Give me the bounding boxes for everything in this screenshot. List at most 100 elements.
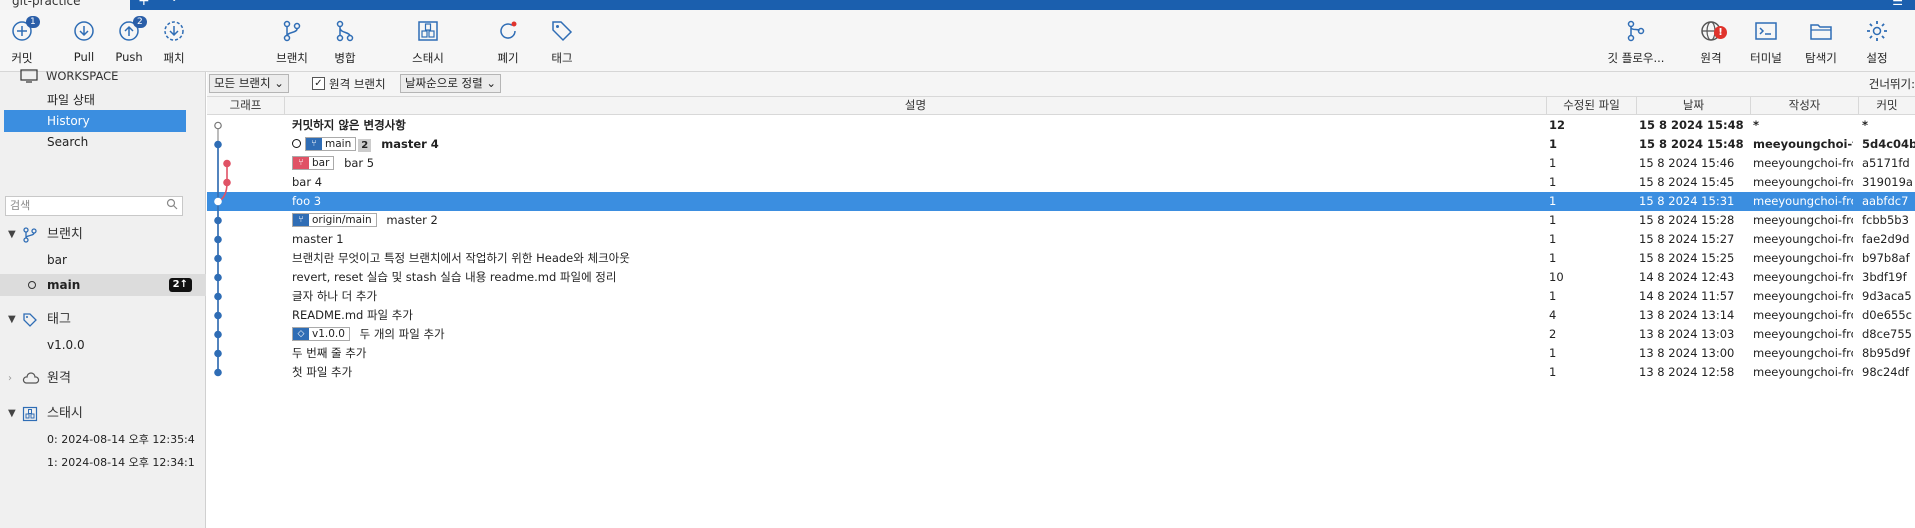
tab-menu-chevron-icon[interactable]: ⌄ [170,0,178,4]
toolbar-button-label: 병합 [334,51,356,65]
commit-row[interactable]: ⑂ bar bar 5 1 15 8 2024 15:46 meeyoungchoi-f… [207,154,1915,173]
commit-files: 4 [1549,308,1557,322]
commit-message: README.md 파일 추가 [292,308,413,322]
alert-icon: ! [1714,26,1727,39]
ref-label-local-bar[interactable]: ⑂ bar [292,156,335,170]
new-tab-button[interactable]: + [138,0,150,8]
commit-row[interactable]: 글자 하나 더 추가 1 14 8 2024 11:57 meeyoungchoi-f… [207,287,1915,306]
commit-row[interactable]: 첫 파일 추가 1 13 8 2024 12:58 meeyoungchoi-frc 9… [207,363,1915,382]
toolbar-tag-button[interactable]: 태그 [532,18,592,66]
chevron-down-icon: ⌄ [486,76,497,90]
column-date[interactable]: 날짜 [1637,97,1751,114]
window-menu-icon[interactable]: ☰ [1892,0,1903,8]
sidebar-item-history[interactable]: History [4,110,186,132]
remote-branches-label: 원격 브랜치 [329,77,386,91]
commit-date: 15 8 2024 15:46 [1639,156,1735,170]
column-commit[interactable]: 커밋 [1859,97,1915,114]
ref-label-remote[interactable]: ⑂ origin/main [292,213,377,227]
toolbar-merge-button[interactable]: 병합 [315,18,375,66]
commit-row[interactable]: 커밋하지 않은 변경사항 12 15 8 2024 15:48 * * [207,116,1915,135]
sort-dropdown[interactable]: 날짜순으로 정렬 ⌄ [400,74,502,93]
repo-tab[interactable]: git-practice [0,0,130,10]
commit-description: 첫 파일 추가 [292,363,1342,382]
commit-author: meeyoungchoi-frc [1753,270,1853,284]
tag-icon [22,312,38,336]
sidebar-item-search[interactable]: Search [0,131,206,153]
toolbar-settings-gear-button[interactable]: 설정 [1847,18,1907,66]
toolbar-terminal-button[interactable]: 터미널 [1736,18,1796,66]
commit-author: meeyoungchoi-frc [1753,251,1853,265]
stashes-label: 스태시 [47,406,83,421]
sidebar-item-file-status[interactable]: 파일 상태 [0,89,206,111]
commit-hash: 319019a [1862,175,1913,189]
commit-row[interactable]: ◇ v1.0.0 두 개의 파일 추가 2 13 8 2024 13:03 meeyou… [207,325,1915,344]
tags-label: 태그 [47,312,71,327]
commit-hash: fae2d9d [1862,232,1910,246]
toolbar-fetch-button[interactable]: 패치 [144,18,204,66]
commit-date: 15 8 2024 15:28 [1639,213,1735,227]
commit-hash: a5171fd [1862,156,1910,170]
commit-date: 15 8 2024 15:31 [1639,194,1735,208]
commit-files: 1 [1549,346,1557,360]
remotes-header[interactable]: › 원격 [0,368,206,390]
sidebar-search-input[interactable]: 검색 [5,196,183,216]
commit-row[interactable]: bar 4 1 15 8 2024 15:45 meeyoungchoi-frc 319… [207,173,1915,192]
chevron-down-icon: ▼ [8,408,16,419]
commit-hash: 5d4c04b [1862,137,1915,151]
ref-count: 2 [358,139,372,152]
toolbar-button-label: 깃 플로우... [1607,51,1665,65]
commit-description: README.md 파일 추가 [292,306,1342,325]
commit-files: 1 [1549,213,1557,227]
cloud-icon [22,371,40,395]
commit-hash: * [1862,118,1869,132]
tags-header[interactable]: ▼ 태그 [0,309,206,331]
sidebar-branch-main[interactable]: main 2↑ [0,274,206,296]
commit-files: 1 [1549,232,1557,246]
commit-hash: fcbb5b3 [1862,213,1909,227]
commit-row[interactable]: 두 번째 줄 추가 1 13 8 2024 13:00 meeyoungchoi-fr… [207,344,1915,363]
branches-header[interactable]: ▼ 브랜치 [0,224,206,246]
commit-hash: 8b95d9f [1862,346,1910,360]
commit-list: 커밋하지 않은 변경사항 12 15 8 2024 15:48 * * ⑂ main 2 ma… [207,116,1915,528]
sidebar-branch-bar[interactable]: bar [0,249,206,271]
commit-description: bar 4 [292,173,1342,192]
commit-row[interactable]: revert, reset 실습 및 stash 실습 내용 readme.md… [207,268,1915,287]
commit-row[interactable]: master 1 1 15 8 2024 15:27 meeyoungchoi-frc… [207,230,1915,249]
remote-branches-checkbox[interactable]: ✓ [312,77,325,90]
sidebar-stash-item[interactable]: 0: 2024-08-14 오후 12:35:4 [0,429,206,451]
toolbar-discard-button[interactable]: 폐기 [478,18,538,66]
ref-label-tag[interactable]: ◇ v1.0.0 [292,327,350,341]
commit-message: foo 3 [292,194,322,208]
commit-row[interactable]: ⑂ main 2 master 4 1 15 8 2024 15:48 meeyoungc… [207,135,1915,154]
sidebar-stash-item[interactable]: 1: 2024-08-14 오후 12:34:1 [0,452,206,474]
commit-row[interactable]: README.md 파일 추가 4 13 8 2024 13:14 meeyoungc… [207,306,1915,325]
toolbar-git-flow-button[interactable]: 깃 플로우... [1606,18,1666,66]
commit-hash: 9d3aca5 [1862,289,1912,303]
commit-row[interactable]: ⑂ origin/main master 2 1 15 8 2024 15:28 mee… [207,211,1915,230]
toolbar-remote-globe-button[interactable]: ! 원격 [1681,18,1741,66]
ref-label-local-main[interactable]: ⑂ main [305,137,357,151]
commit-row[interactable]: foo 3 1 15 8 2024 15:31 meeyoungchoi-frc aab… [207,192,1915,211]
commit-date: 15 8 2024 15:27 [1639,232,1735,246]
commit-author: meeyoungchoi-frc [1753,308,1853,322]
column-files[interactable]: 수정된 파일 [1547,97,1637,114]
chevron-down-icon: ▼ [8,229,16,240]
branch-filter-dropdown[interactable]: 모든 브랜치 ⌄ [209,74,289,93]
chevron-down-icon: ⌄ [274,76,284,90]
commit-hash: d0e655c [1862,308,1912,322]
column-author[interactable]: 작성자 [1751,97,1859,114]
column-graph[interactable]: 그래프 [207,97,285,114]
toolbar-branch-button[interactable]: 브랜치 [262,18,322,66]
toolbar-button-label: 탐색기 [1805,51,1837,65]
commit-row[interactable]: 브랜치란 무엇이고 특정 브랜치에서 작업하기 위한 Heade와 체크아웃 1 1… [207,249,1915,268]
toolbar-add-circle-button[interactable]: 1 커밋 [0,16,52,66]
commit-message: 브랜치란 무엇이고 특정 브랜치에서 작업하기 위한 Heade와 체크아웃 [292,251,630,265]
toolbar-explorer-folder-button[interactable]: 탐색기 [1791,18,1851,66]
stashes-header[interactable]: ▼ 스태시 [0,403,206,425]
sidebar-tag-item[interactable]: v1.0.0 [0,334,206,356]
column-description[interactable]: 설명 [285,97,1547,114]
toolbar-stash-button[interactable]: 스태시 [398,18,458,66]
commit-files: 1 [1549,156,1557,170]
workspace-header[interactable]: WORKSPACE [0,64,206,88]
commit-author: meeyoungchoi-frc [1753,289,1853,303]
